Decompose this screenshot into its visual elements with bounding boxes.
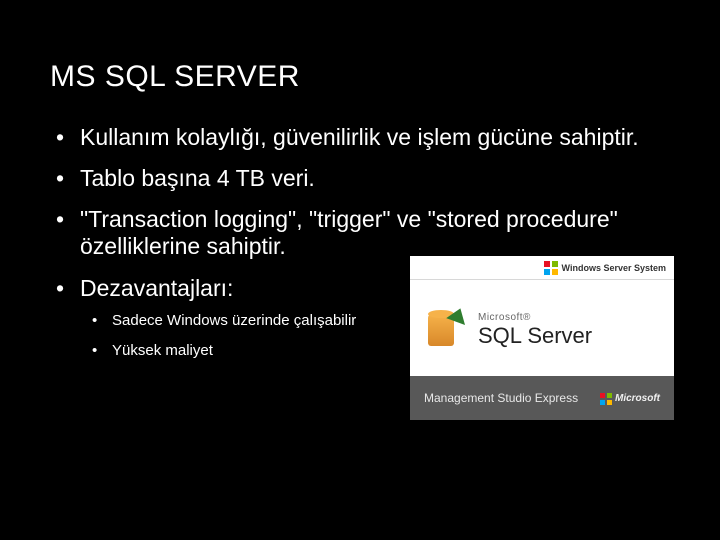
windows-server-system-label: Windows Server System xyxy=(562,263,666,273)
sql-server-icon xyxy=(424,308,468,352)
product-card-footer: Management Studio Express Microsoft xyxy=(410,376,674,420)
microsoft-label: Microsoft xyxy=(615,393,660,404)
windows-flag-icon xyxy=(544,261,558,275)
windows-flag-icon xyxy=(600,393,612,405)
microsoft-logo: Microsoft xyxy=(600,393,660,405)
product-brand: Microsoft® SQL Server xyxy=(478,312,592,349)
product-card-body: Microsoft® SQL Server xyxy=(410,280,674,376)
brand-small-label: Microsoft® xyxy=(478,312,592,323)
list-item: "Transaction logging", "trigger" ve "sto… xyxy=(56,206,670,260)
list-item: Tablo başına 4 TB veri. xyxy=(56,165,670,192)
slide: MS SQL SERVER Kullanım kolaylığı, güveni… xyxy=(0,0,720,540)
list-item: Kullanım kolaylığı, güvenilirlik ve işle… xyxy=(56,124,670,151)
list-item-label: Dezavantajları: xyxy=(80,275,233,301)
product-subtitle: Management Studio Express xyxy=(424,392,578,405)
brand-big-label: SQL Server xyxy=(478,323,592,349)
product-card-header: Windows Server System xyxy=(410,256,674,280)
slide-title: MS SQL SERVER xyxy=(50,60,670,94)
product-card: Windows Server System Microsoft® SQL Ser… xyxy=(410,256,674,420)
